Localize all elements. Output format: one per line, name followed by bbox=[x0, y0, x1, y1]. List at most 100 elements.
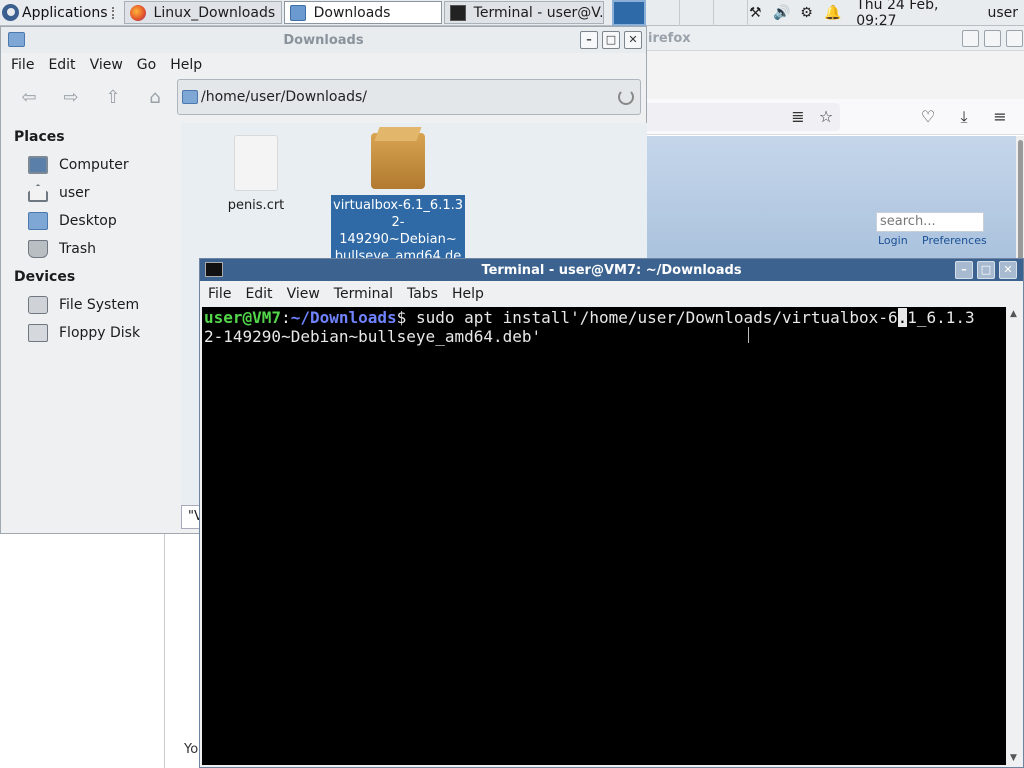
workspace-4[interactable] bbox=[714, 0, 748, 26]
preferences-link[interactable]: Preferences bbox=[922, 234, 987, 247]
close-button[interactable]: ✕ bbox=[999, 261, 1017, 279]
url-bar[interactable] bbox=[640, 103, 840, 131]
menu-view[interactable]: View bbox=[280, 286, 327, 302]
volume-icon[interactable]: 🔊 bbox=[773, 5, 790, 21]
location-path: /home/user/Downloads/ bbox=[201, 89, 367, 105]
sidebar-item-trash[interactable]: Trash bbox=[1, 235, 179, 263]
sidebar-item-label: Trash bbox=[59, 241, 96, 257]
file-name: penis.crt bbox=[227, 198, 285, 213]
firefox-title: irefox bbox=[648, 30, 691, 46]
window-title: Downloads bbox=[283, 32, 364, 48]
prompt-path: ~/Downloads bbox=[290, 308, 397, 327]
scroll-up-arrow-icon[interactable]: ▲ bbox=[1010, 309, 1017, 319]
file-manager-menubar: File Edit View Go Help bbox=[1, 53, 646, 77]
reload-icon[interactable] bbox=[618, 89, 634, 105]
minimize-button[interactable]: – bbox=[955, 261, 973, 279]
devices-header: Devices bbox=[14, 269, 76, 285]
command-text-continued: 1_6.1.3 bbox=[907, 308, 975, 327]
minimize-button[interactable]: – bbox=[580, 31, 598, 49]
sidebar-item-floppy-disk[interactable]: Floppy Disk bbox=[1, 319, 179, 347]
page-header-banner: search... Login Preferences bbox=[640, 136, 1016, 262]
terminal-scrollbar[interactable]: ▲ ▼ bbox=[1007, 307, 1021, 765]
clock[interactable]: Thu 24 Feb, 09:27 bbox=[856, 0, 977, 29]
workspace-3[interactable] bbox=[680, 0, 714, 26]
login-link[interactable]: Login bbox=[878, 234, 908, 247]
prompt-user: user@VM7 bbox=[204, 308, 282, 327]
top-panel: Applications Linux_Downloads ... Downloa… bbox=[0, 0, 1024, 29]
forward-arrow-icon[interactable]: ⇨ bbox=[58, 85, 84, 111]
home-icon[interactable]: ⌂ bbox=[142, 85, 168, 111]
menu-help[interactable]: Help bbox=[445, 286, 491, 302]
menu-terminal[interactable]: Terminal bbox=[327, 286, 400, 302]
hamburger-menu-icon[interactable]: ≡ bbox=[990, 107, 1010, 127]
terminal-window: Terminal - user@VM7: ~/Downloads – □ ✕ F… bbox=[199, 258, 1024, 768]
hard-disk-icon bbox=[28, 296, 48, 314]
folder-icon bbox=[182, 90, 198, 104]
taskbar-item-downloads[interactable]: Downloads bbox=[283, 1, 442, 24]
document-icon bbox=[234, 135, 278, 191]
sidebar-item-label: Floppy Disk bbox=[59, 325, 141, 341]
downloads-icon[interactable]: ⤓ bbox=[954, 107, 974, 127]
panel-separator bbox=[111, 6, 118, 19]
folder-icon bbox=[8, 32, 25, 47]
network-icon[interactable]: ⚒ bbox=[748, 5, 763, 21]
menu-file[interactable]: File bbox=[4, 57, 41, 73]
desktop-folder-icon bbox=[28, 212, 48, 230]
sidebar-item-user[interactable]: user bbox=[1, 179, 179, 207]
notification-bell-icon[interactable]: 🔔 bbox=[824, 5, 841, 21]
package-icon bbox=[371, 133, 425, 189]
terminal-output[interactable]: user@VM7:~/Downloads$ sudo apt install'/… bbox=[202, 307, 1006, 765]
workspace-1[interactable] bbox=[611, 0, 646, 26]
reader-view-icon[interactable]: ≣ bbox=[788, 107, 808, 127]
site-search-input[interactable]: search... bbox=[876, 212, 984, 232]
menu-tabs[interactable]: Tabs bbox=[400, 286, 445, 302]
page-divider bbox=[164, 534, 165, 768]
taskbar-item-firefox[interactable]: Linux_Downloads ... bbox=[123, 1, 282, 24]
menu-edit[interactable]: Edit bbox=[238, 286, 279, 302]
command-text: sudo apt install'/home/user/Downloads/vi… bbox=[415, 308, 898, 327]
bookmark-star-icon[interactable]: ☆ bbox=[816, 107, 836, 127]
maximize-button[interactable]: □ bbox=[977, 261, 995, 279]
file-manager-titlebar: Downloads – □ ✕ bbox=[1, 27, 646, 53]
file-name-line: 2-149290~Debian~ bbox=[339, 215, 457, 247]
window-title: Terminal - user@VM7: ~/Downloads bbox=[481, 262, 742, 278]
sidebar: Places Computer user Desktop Trash Devic… bbox=[1, 123, 179, 531]
sidebar-item-file-system[interactable]: File System bbox=[1, 291, 179, 319]
terminal-titlebar: Terminal - user@VM7: ~/Downloads – □ ✕ bbox=[200, 259, 1023, 281]
menu-file[interactable]: File bbox=[201, 286, 238, 302]
minimize-button[interactable] bbox=[962, 30, 979, 47]
file-item[interactable]: penis.crt bbox=[221, 135, 291, 214]
scroll-down-arrow-icon[interactable]: ▼ bbox=[1010, 753, 1017, 763]
sidebar-item-computer[interactable]: Computer bbox=[1, 151, 179, 179]
close-button[interactable] bbox=[1006, 30, 1023, 47]
menu-edit[interactable]: Edit bbox=[41, 57, 82, 73]
taskbar-item-terminal[interactable]: Terminal - user@V... bbox=[443, 1, 604, 24]
sidebar-item-label: Desktop bbox=[59, 213, 117, 229]
floppy-disk-icon bbox=[28, 324, 48, 342]
applications-menu[interactable]: Applications bbox=[0, 0, 122, 26]
scrollbar-thumb[interactable] bbox=[1018, 140, 1023, 270]
command-text-line2: 2-149290~Debian~bullseye_amd64.deb' bbox=[204, 327, 542, 346]
maximize-button[interactable] bbox=[984, 30, 1001, 47]
update-icon[interactable]: ⚙ bbox=[799, 5, 814, 21]
applications-label: Applications bbox=[22, 4, 108, 21]
maximize-button[interactable]: □ bbox=[602, 31, 620, 49]
terminal-menubar: File Edit View Terminal Tabs Help bbox=[200, 281, 1023, 307]
sidebar-item-desktop[interactable]: Desktop bbox=[1, 207, 179, 235]
back-arrow-icon[interactable]: ⇦ bbox=[16, 85, 42, 111]
sidebar-item-label: File System bbox=[59, 297, 140, 313]
menu-help[interactable]: Help bbox=[163, 57, 209, 73]
pocket-icon[interactable]: ♡ bbox=[918, 107, 938, 127]
workspace-switcher[interactable] bbox=[611, 0, 748, 26]
sidebar-item-label: user bbox=[59, 185, 90, 201]
menu-view[interactable]: View bbox=[83, 57, 130, 73]
debian-logo-icon bbox=[2, 4, 19, 21]
workspace-2[interactable] bbox=[646, 0, 680, 26]
up-arrow-icon[interactable]: ⇧ bbox=[100, 85, 126, 111]
user-menu[interactable]: user bbox=[987, 5, 1018, 21]
location-bar[interactable]: /home/user/Downloads/ bbox=[177, 79, 641, 115]
menu-go[interactable]: Go bbox=[130, 57, 163, 73]
computer-icon bbox=[28, 156, 48, 174]
close-button[interactable]: ✕ bbox=[624, 31, 642, 49]
text-cursor: . bbox=[897, 308, 908, 327]
